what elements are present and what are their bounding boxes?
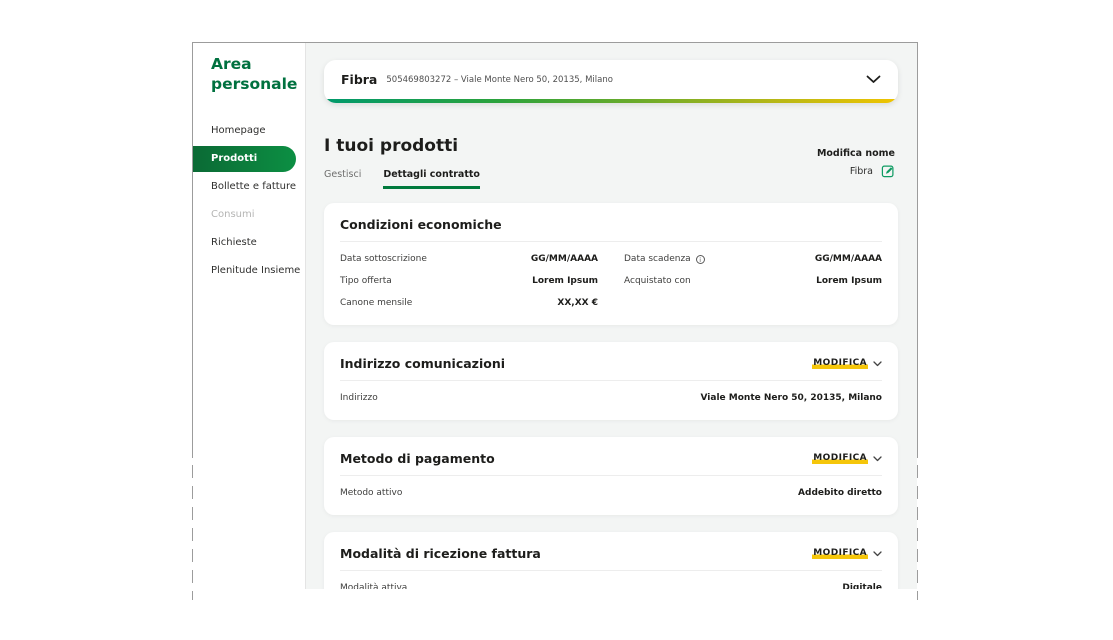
table-row: Data sottoscrizione GG/MM/AAAA Data scad…	[340, 248, 882, 270]
field-value: Lorem Ipsum	[816, 276, 882, 286]
chevron-down-icon	[873, 456, 882, 462]
sidebar: Area personale Homepage Prodotti Bollett…	[193, 43, 305, 589]
card-title: Indirizzo comunicazioni	[340, 356, 505, 371]
tab-dettagli-contratto[interactable]: Dettagli contratto	[383, 169, 480, 189]
field-value: Digitale	[842, 583, 882, 589]
table-row: Indirizzo Viale Monte Nero 50, 20135, Mi…	[340, 387, 882, 409]
field-value: Viale Monte Nero 50, 20135, Milano	[701, 393, 883, 403]
rename-row: Fibra	[817, 164, 895, 178]
card-title: Condizioni economiche	[340, 217, 502, 232]
field-label: Acquistato con	[624, 276, 691, 286]
sidebar-item-richieste[interactable]: Richieste	[193, 229, 305, 257]
modifica-button[interactable]: MODIFICA	[812, 358, 882, 369]
product-name: Fibra	[341, 72, 377, 87]
field-value: XX,XX €	[557, 298, 598, 308]
app-window: Area personale Homepage Prodotti Bollett…	[192, 42, 918, 600]
sidebar-item-plenitude-insieme[interactable]: Plenitude Insieme	[193, 257, 305, 285]
card-title: Metodo di pagamento	[340, 451, 495, 466]
modifica-button[interactable]: MODIFICA	[812, 548, 882, 559]
sidebar-nav: Homepage Prodotti Bollette e fatture Con…	[193, 117, 305, 285]
card-condizioni-economiche: Condizioni economiche Data sottoscrizion…	[324, 203, 898, 325]
field-value: GG/MM/AAAA	[815, 254, 882, 264]
modifica-button[interactable]: MODIFICA	[812, 453, 882, 464]
rename-value: Fibra	[850, 166, 873, 177]
rename-block: Modifica nome Fibra	[817, 148, 895, 178]
table-row: Modalità attiva Digitale	[340, 577, 882, 589]
card-divider	[340, 241, 882, 242]
card-divider	[340, 475, 882, 476]
edit-icon[interactable]	[881, 164, 895, 178]
field-label: Data scadenza i	[624, 254, 705, 264]
field-label: Data sottoscrizione	[340, 254, 427, 264]
product-detail: 505469803272 – Viale Monte Nero 50, 2013…	[386, 75, 866, 85]
card-indirizzo-comunicazioni: Indirizzo comunicazioni MODIFICA Indiriz…	[324, 342, 898, 420]
product-selector[interactable]: Fibra 505469803272 – Viale Monte Nero 50…	[324, 60, 898, 103]
table-row: Metodo attivo Addebito diretto	[340, 482, 882, 504]
chevron-down-icon	[873, 361, 882, 367]
sidebar-item-bollette-e-fatture[interactable]: Bollette e fatture	[193, 173, 305, 201]
card-modalita-ricezione-fattura: Modalità di ricezione fattura MODIFICA M…	[324, 532, 898, 589]
window-border-right-dashed	[917, 465, 918, 600]
chevron-down-icon	[873, 551, 882, 557]
sidebar-item-prodotti[interactable]: Prodotti	[193, 146, 296, 172]
field-value: Lorem Ipsum	[532, 276, 598, 286]
field-label: Indirizzo	[340, 393, 378, 403]
window-border-right	[917, 42, 918, 458]
table-row: Tipo offerta Lorem Ipsum Acquistato con …	[340, 270, 882, 292]
sidebar-item-homepage[interactable]: Homepage	[193, 117, 305, 145]
field-label: Modalità attiva	[340, 583, 407, 589]
tabs: Gestisci Dettagli contratto	[324, 169, 898, 189]
sidebar-title: Area personale	[193, 54, 305, 95]
chevron-down-icon[interactable]	[866, 75, 881, 84]
product-selector-accent-bar	[324, 99, 898, 103]
card-title: Modalità di ricezione fattura	[340, 546, 541, 561]
field-value: GG/MM/AAAA	[531, 254, 598, 264]
card-divider	[340, 380, 882, 381]
field-label: Metodo attivo	[340, 488, 402, 498]
main-content: Fibra 505469803272 – Viale Monte Nero 50…	[306, 43, 917, 589]
product-selector-row: Fibra 505469803272 – Viale Monte Nero 50…	[324, 60, 898, 99]
field-label: Canone mensile	[340, 298, 412, 308]
tab-gestisci[interactable]: Gestisci	[324, 169, 361, 189]
card-metodo-di-pagamento: Metodo di pagamento MODIFICA Metodo atti…	[324, 437, 898, 515]
field-value: Addebito diretto	[798, 488, 882, 498]
sidebar-item-consumi[interactable]: Consumi	[193, 201, 305, 229]
rename-label: Modifica nome	[817, 148, 895, 159]
table-row: Canone mensile XX,XX €	[340, 292, 882, 314]
page-title: I tuoi prodotti	[324, 136, 898, 156]
card-divider	[340, 570, 882, 571]
info-icon[interactable]: i	[696, 255, 705, 264]
field-label: Tipo offerta	[340, 276, 392, 286]
